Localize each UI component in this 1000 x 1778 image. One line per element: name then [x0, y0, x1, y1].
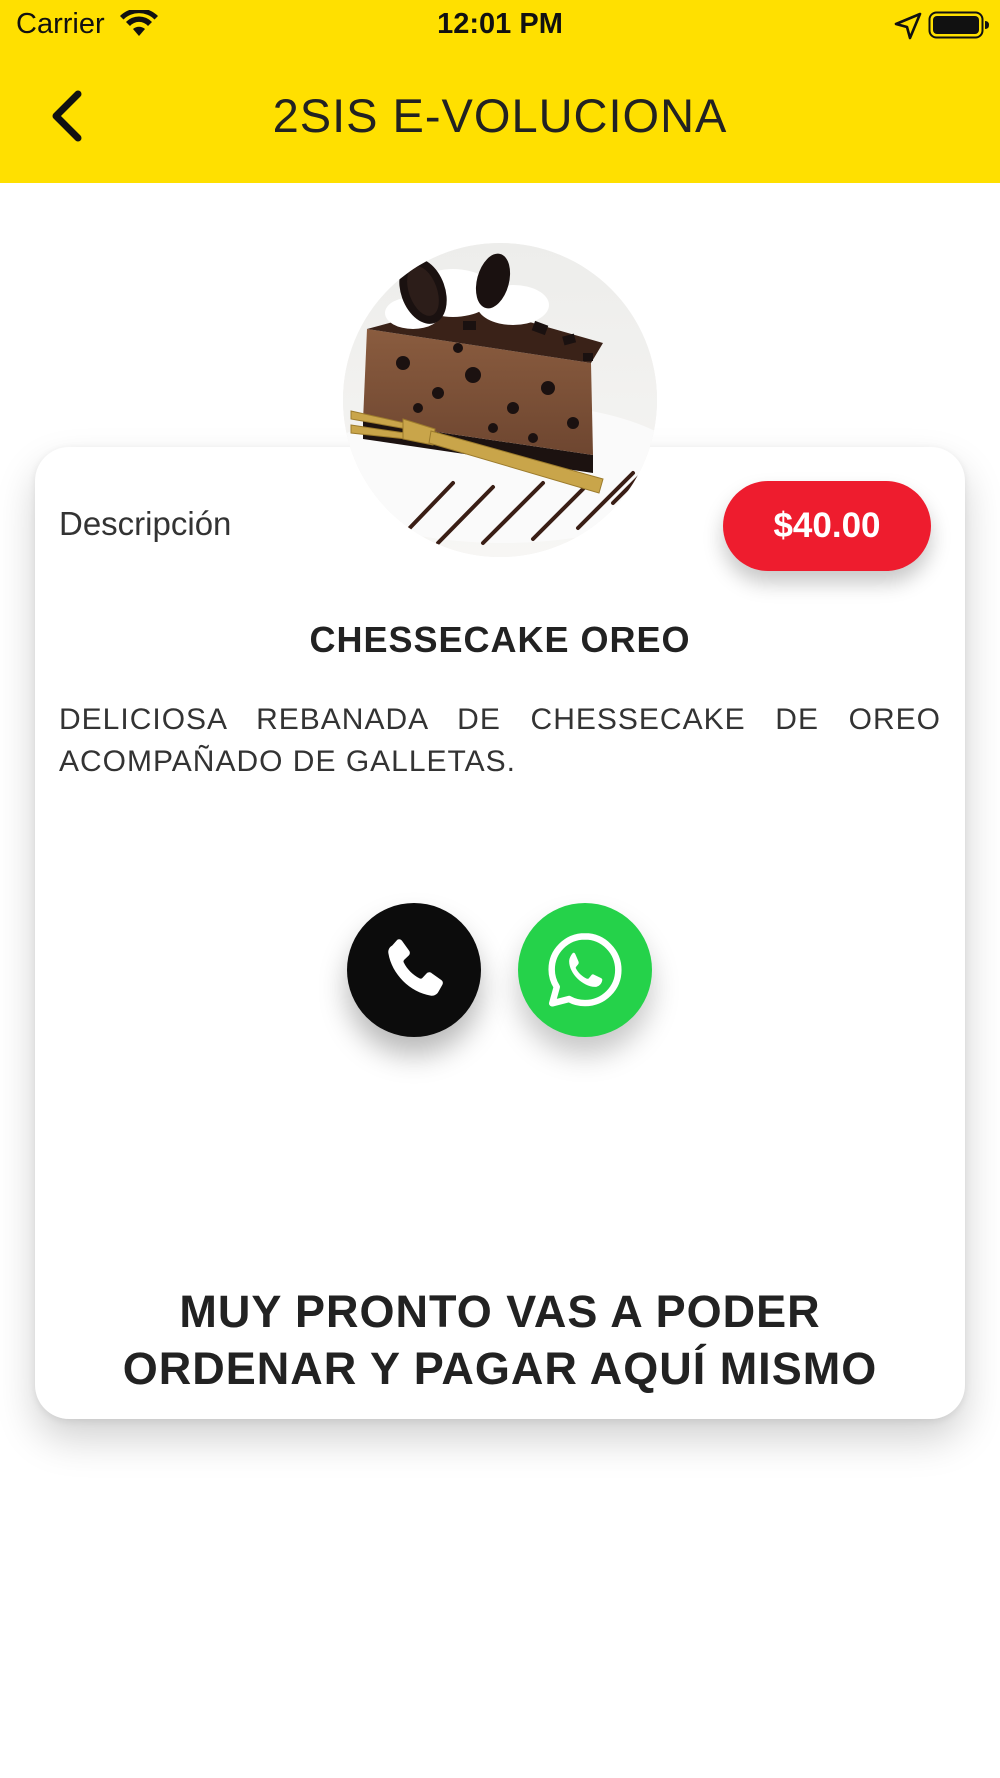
- price-badge: $40.00: [723, 481, 931, 571]
- phone-icon: [388, 939, 443, 996]
- coming-soon-notice: MUY PRONTO VAS A PODER ORDENAR Y PAGAR A…: [35, 1283, 965, 1397]
- coming-soon-line-1: MUY PRONTO VAS A PODER: [179, 1286, 821, 1337]
- product-image: [343, 243, 657, 557]
- location-arrow-icon: [894, 12, 922, 40]
- product-card: Descripción $40.00 CHESSECAKE OREO DELIC…: [35, 447, 965, 1419]
- status-time: 12:01 PM: [437, 8, 563, 40]
- battery-icon: [928, 11, 989, 39]
- coming-soon-line-2: ORDENAR Y PAGAR AQUÍ MISMO: [122, 1343, 878, 1394]
- description-label: Descripción: [59, 505, 232, 542]
- status-bar: Carrier 12:01 PM: [0, 0, 1000, 50]
- product-description: DELICIOSA REBANADA DE CHESSECAKE DE OREO…: [59, 703, 941, 778]
- page-title: 2SIS E-VOLUCIONA: [272, 89, 728, 142]
- app-header: Carrier 12:01 PM 2SIS E-VOLUCIONA: [0, 0, 1000, 183]
- cheesecake-slice-image: [343, 243, 657, 557]
- whatsapp-button[interactable]: [518, 903, 652, 1037]
- whatsapp-icon: [548, 933, 622, 1007]
- product-detail-screen: Carrier 12:01 PM 2SIS E-VOLUCIONA Descri…: [0, 0, 1000, 1778]
- call-button[interactable]: [347, 903, 481, 1037]
- product-name: CHESSECAKE OREO: [309, 619, 691, 660]
